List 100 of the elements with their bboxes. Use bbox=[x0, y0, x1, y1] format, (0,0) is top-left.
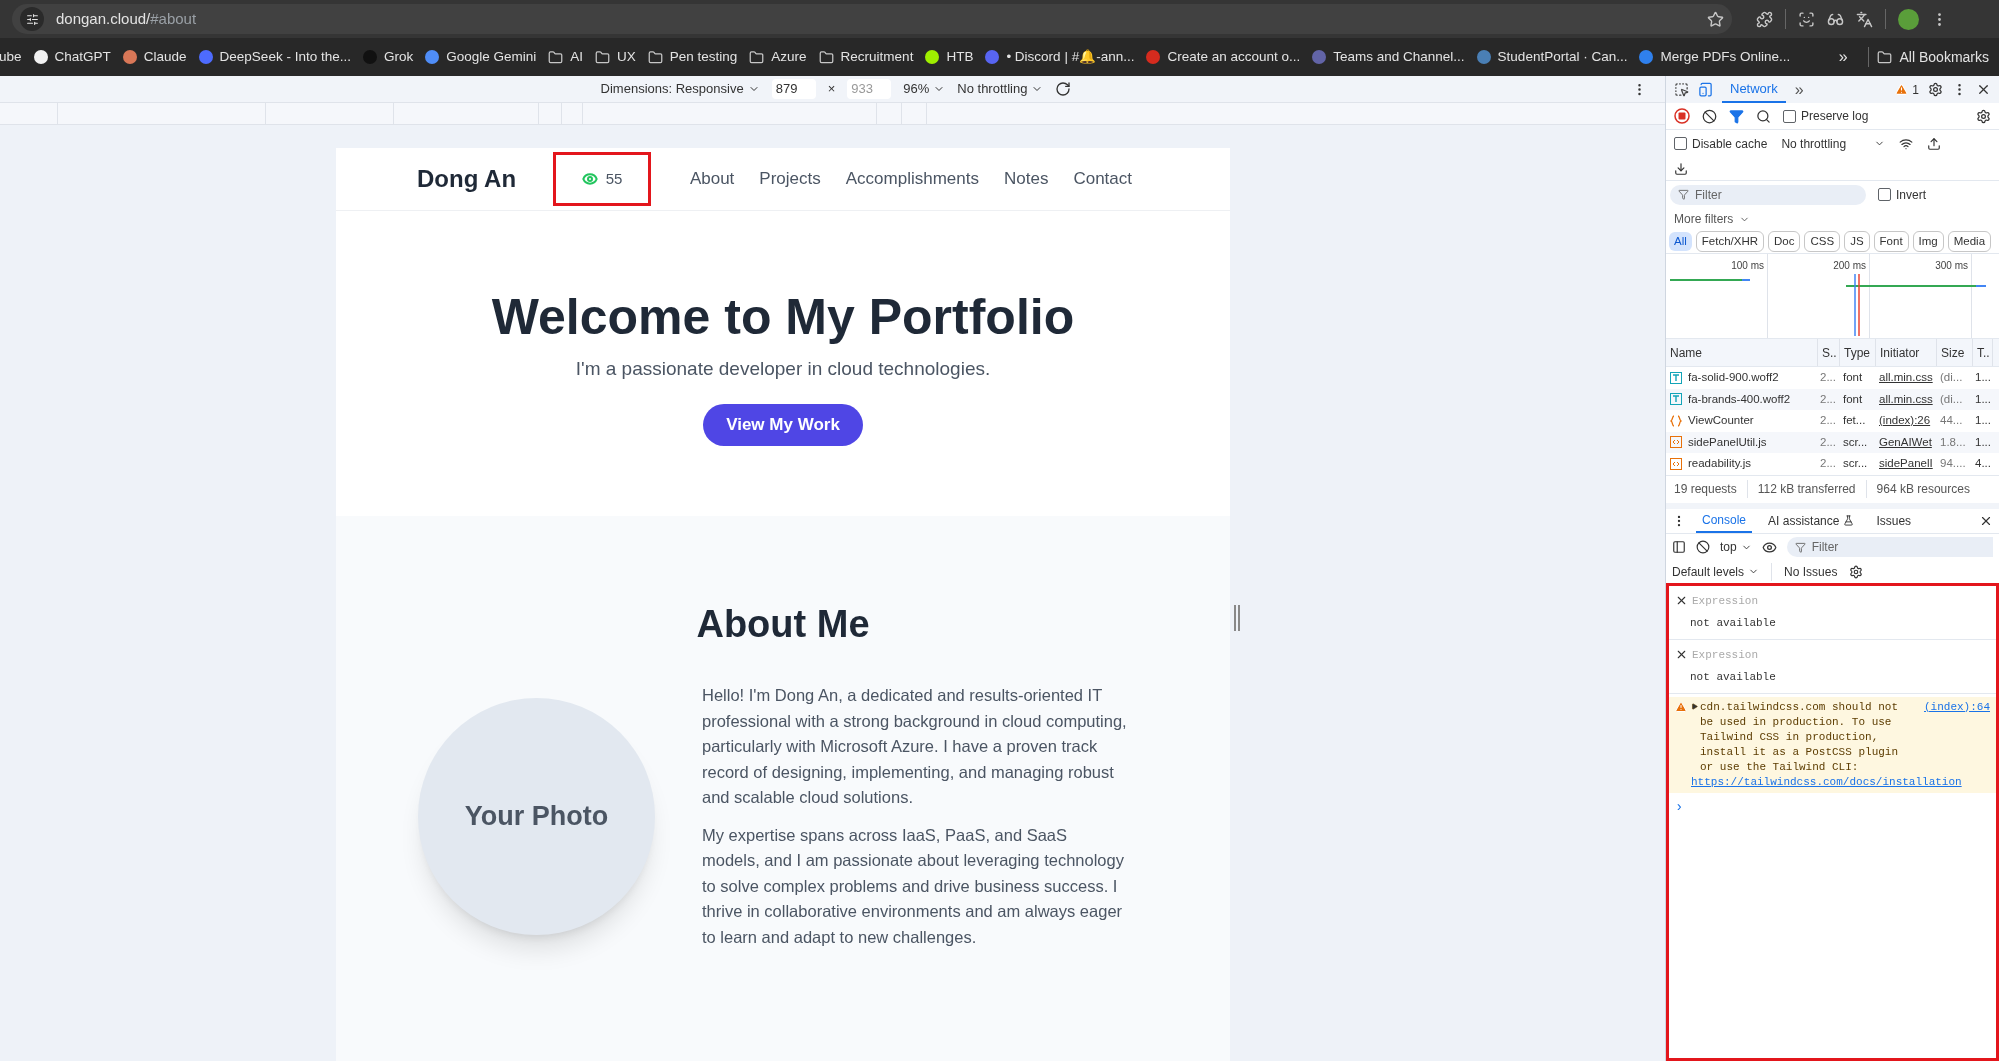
address-field[interactable]: dongan.cloud/#about bbox=[12, 4, 1732, 34]
column-header[interactable]: Name bbox=[1666, 339, 1818, 366]
request-row[interactable]: fa-brands-400.woff2 2... font all.min.css (di... 1... bbox=[1666, 388, 1999, 410]
column-header[interactable]: S.. bbox=[1818, 339, 1840, 366]
warnings-badge[interactable]: 1 bbox=[1895, 80, 1919, 99]
bookmark[interactable]: Merge PDFs Online... bbox=[1639, 46, 1791, 68]
bookmark[interactable]: • Discord | #🔔-ann... bbox=[985, 46, 1135, 68]
source-link[interactable]: (index):64 bbox=[1914, 699, 1990, 715]
column-header[interactable]: Initiator bbox=[1876, 339, 1937, 366]
bookmark[interactable]: Grok bbox=[362, 46, 414, 68]
download-icon[interactable] bbox=[1674, 161, 1688, 176]
checkbox[interactable] bbox=[1674, 137, 1687, 150]
settings-icon[interactable] bbox=[1849, 564, 1864, 579]
devtools-tab[interactable]: Network bbox=[1722, 76, 1786, 103]
nav-link[interactable]: Projects bbox=[759, 166, 821, 192]
sidebar-toggle-icon[interactable] bbox=[1672, 540, 1686, 554]
initiator-link[interactable]: GenAIWet bbox=[1876, 433, 1937, 451]
clear-icon[interactable] bbox=[1702, 108, 1717, 124]
extensions-icon[interactable] bbox=[1756, 10, 1773, 28]
initiator-link[interactable]: all.min.css bbox=[1876, 390, 1937, 408]
lens-icon[interactable] bbox=[1798, 10, 1815, 28]
upload-icon[interactable] bbox=[1927, 136, 1942, 151]
width-field[interactable]: 879 bbox=[771, 79, 816, 99]
translate-icon[interactable] bbox=[1856, 10, 1873, 28]
record-stop-icon[interactable] bbox=[1674, 108, 1690, 124]
checkbox[interactable] bbox=[1878, 188, 1891, 201]
site-settings-icon bbox=[25, 12, 39, 26]
filter-icon[interactable] bbox=[1729, 108, 1744, 124]
network-conditions-icon[interactable] bbox=[1899, 136, 1914, 151]
bookmark[interactable]: Google Gemini bbox=[425, 46, 537, 68]
nav-link[interactable]: About bbox=[689, 166, 735, 192]
drawer-tab[interactable]: Issues bbox=[1870, 508, 1918, 533]
resize-handle[interactable] bbox=[1234, 605, 1242, 631]
device-toggle-icon[interactable] bbox=[1698, 82, 1713, 97]
more-tabs-button[interactable]: » bbox=[1794, 77, 1804, 102]
clear-console-icon[interactable] bbox=[1696, 540, 1710, 554]
drawer-tab[interactable]: Console bbox=[1696, 508, 1753, 533]
inspect-icon[interactable] bbox=[1674, 82, 1689, 97]
expand-arrow-icon[interactable] bbox=[1691, 702, 1698, 710]
more-filters-dropdown[interactable]: More filters bbox=[1666, 208, 1999, 230]
column-header[interactable]: Size bbox=[1937, 339, 1973, 366]
type-filter-chip[interactable]: All bbox=[1669, 231, 1692, 252]
bookmark[interactable]: UX bbox=[595, 46, 636, 68]
rotate-icon[interactable] bbox=[1055, 81, 1072, 97]
filter-field[interactable]: Filter bbox=[1670, 184, 1866, 205]
initiator-link[interactable]: (index):26 bbox=[1876, 412, 1937, 430]
type-filter-chip[interactable]: Img bbox=[1912, 230, 1944, 253]
nav-link[interactable]: Contact bbox=[1073, 166, 1132, 192]
docs-link[interactable]: https://tailwindcss.com/docs/installation bbox=[1691, 774, 1990, 790]
dimensions-dropdown[interactable]: Dimensions: Responsive bbox=[600, 79, 760, 99]
type-filter-chip[interactable]: CSS bbox=[1804, 230, 1841, 253]
type-filter-chip[interactable]: Font bbox=[1873, 230, 1909, 253]
type-filter-chip[interactable]: JS bbox=[1844, 230, 1870, 253]
bookmark[interactable]: AI bbox=[548, 46, 583, 68]
type-filter-chip[interactable]: Fetch/XHR bbox=[1695, 230, 1765, 253]
bookmark[interactable]: ChatGPT bbox=[33, 46, 111, 68]
view-work-button[interactable]: View My Work bbox=[703, 403, 863, 446]
site-info-button[interactable] bbox=[20, 7, 44, 31]
throttling-dropdown[interactable]: No throttling bbox=[957, 79, 1044, 99]
profile-avatar[interactable] bbox=[1898, 8, 1919, 30]
request-row[interactable]: sidePanelUtil.js 2... scr... GenAIWet 1.8... 1... bbox=[1666, 431, 1999, 453]
table-cell-text: font bbox=[1842, 391, 1864, 407]
bookmark[interactable]: Pen testing bbox=[647, 46, 738, 68]
settings-icon[interactable] bbox=[1976, 108, 1991, 124]
bookmark[interactable]: Azure bbox=[749, 46, 807, 68]
folder-icon bbox=[548, 49, 564, 65]
column-header[interactable]: Type bbox=[1840, 339, 1876, 366]
initiator-link[interactable]: sidePanelI bbox=[1876, 455, 1937, 473]
table-cell-text: (di... bbox=[1939, 391, 1964, 407]
close-icon[interactable] bbox=[1976, 82, 1991, 97]
bookmark-star-icon[interactable] bbox=[1707, 10, 1724, 28]
all-bookmarks-button[interactable]: All Bookmarks bbox=[1876, 46, 1989, 68]
bookmark[interactable]: Teams and Channel... bbox=[1312, 46, 1465, 68]
site-brand[interactable]: Dong An bbox=[417, 161, 517, 197]
type-filter-chip[interactable]: Doc bbox=[1768, 230, 1801, 253]
bookmark[interactable]: Claude bbox=[122, 46, 187, 68]
console-prompt[interactable]: › bbox=[1669, 792, 1996, 818]
checkbox[interactable] bbox=[1783, 109, 1796, 123]
throttling-dropdown[interactable]: No throttling bbox=[1781, 134, 1886, 153]
live-expression-icon[interactable] bbox=[1761, 539, 1777, 555]
bookmark[interactable]: DeepSeek - Into the... bbox=[198, 46, 351, 68]
bookmark[interactable]: Recruitment bbox=[818, 46, 914, 68]
context-dropdown[interactable]: top bbox=[1720, 538, 1752, 556]
bookmark[interactable]: Create an account o... bbox=[1146, 46, 1301, 68]
zoom-dropdown[interactable]: 96% bbox=[903, 79, 946, 99]
bookmark[interactable]: StudentPortal · Can... bbox=[1476, 46, 1628, 68]
more-bookmarks-button[interactable]: » bbox=[1826, 45, 1860, 69]
levels-dropdown[interactable]: Default levels bbox=[1672, 562, 1760, 581]
nav-link[interactable]: Accomplishments bbox=[845, 166, 979, 192]
filter-field[interactable]: Filter bbox=[1786, 537, 1993, 557]
settings-icon[interactable] bbox=[1928, 82, 1943, 97]
column-header[interactable]: T.. bbox=[1973, 339, 1993, 366]
nav-link[interactable]: Notes bbox=[1004, 166, 1049, 192]
type-filter-chip[interactable]: Media bbox=[1947, 230, 1992, 253]
drawer-tab[interactable]: AI assistance bbox=[1762, 508, 1861, 533]
initiator-link[interactable]: all.min.css bbox=[1876, 369, 1937, 387]
search-icon[interactable] bbox=[1756, 108, 1771, 124]
request-name: sidePanelUtil.js bbox=[1688, 434, 1767, 450]
bookmark[interactable]: ube bbox=[0, 46, 22, 68]
bookmark[interactable]: HTB bbox=[925, 46, 974, 68]
